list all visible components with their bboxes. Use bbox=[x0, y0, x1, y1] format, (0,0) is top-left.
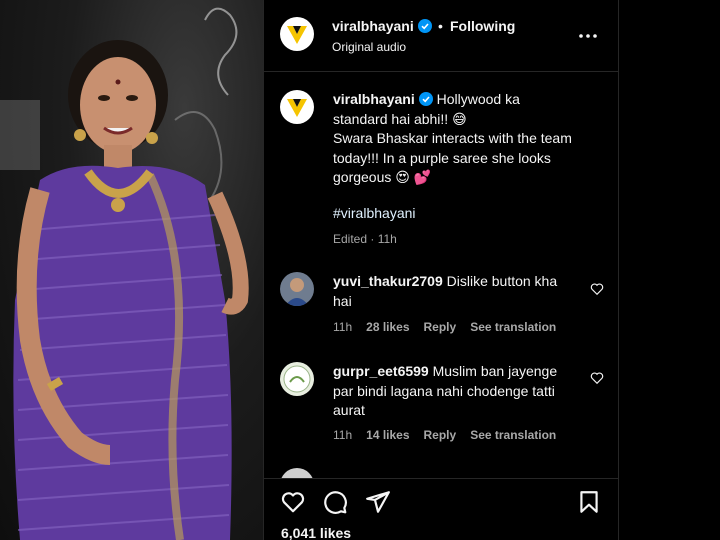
comment-like-heart-icon[interactable] bbox=[590, 371, 604, 385]
comment-time: 11h bbox=[333, 428, 353, 442]
post-header: viralbhayani • Following Original audio bbox=[264, 0, 619, 72]
caption-avatar[interactable] bbox=[280, 90, 314, 124]
hashtag-link[interactable]: #viralbhayani bbox=[333, 205, 416, 221]
author-username-text[interactable]: viralbhayani bbox=[332, 18, 414, 34]
verified-badge-icon bbox=[417, 19, 432, 33]
comment-meta: 11h 14 likes Reply See translation bbox=[333, 428, 556, 442]
post-photo[interactable] bbox=[0, 0, 263, 540]
commenter-username[interactable]: yuvi_thakur2709 bbox=[333, 273, 443, 289]
likes-count[interactable]: 6,041 likes bbox=[281, 525, 351, 540]
post-details-panel: viralbhayani • Following Original audio … bbox=[263, 0, 619, 540]
commenter-avatar-image bbox=[280, 272, 314, 306]
reply-button[interactable]: Reply bbox=[424, 428, 457, 442]
comment-likes[interactable]: 14 likes bbox=[366, 428, 409, 442]
audio-label[interactable]: Original audio bbox=[332, 40, 406, 54]
viralbhayani-logo-icon bbox=[287, 99, 307, 117]
comment-meta: 11h 28 likes Reply See translation bbox=[333, 320, 556, 334]
caption-line: today!!! In a purple saree she looks bbox=[333, 149, 551, 166]
author-username[interactable]: viralbhayani bbox=[332, 18, 432, 34]
share-icon[interactable] bbox=[365, 489, 391, 515]
modal-backdrop-gutter bbox=[618, 0, 720, 540]
see-translation-link[interactable]: See translation bbox=[470, 428, 556, 442]
comment-likes[interactable]: 28 likes bbox=[366, 320, 409, 334]
verified-badge-icon bbox=[418, 92, 433, 106]
bookmark-icon[interactable] bbox=[576, 489, 602, 515]
comment-body: yuvi_thakur2709 Dislike button kha hai bbox=[333, 272, 573, 311]
post-caption: viralbhayani Hollywood ka standard hai a… bbox=[333, 90, 603, 188]
edited-timestamp: Edited · 11h bbox=[333, 232, 397, 246]
caption-line: Hollywood ka bbox=[436, 91, 520, 107]
caption-line: gorgeous 😍 💕 bbox=[333, 169, 432, 185]
caption-line: Swara Bhaskar interacts with the team bbox=[333, 130, 572, 146]
comment-like-heart-icon[interactable] bbox=[590, 282, 604, 296]
comment-time: 11h bbox=[333, 320, 353, 334]
comment-body: gurpr_eet6599 Muslim ban jayenge par bin… bbox=[333, 362, 573, 421]
post-image-illustration bbox=[0, 7, 249, 540]
see-translation-link[interactable]: See translation bbox=[470, 320, 556, 334]
post-actions-bar: 6,041 likes bbox=[264, 478, 619, 540]
next-comment-avatar-partial bbox=[280, 468, 314, 478]
commenter-avatar[interactable] bbox=[280, 272, 314, 306]
commenter-avatar-image bbox=[280, 362, 314, 396]
caption-username[interactable]: viralbhayani bbox=[333, 91, 415, 107]
reply-button[interactable]: Reply bbox=[424, 320, 457, 334]
separator-dot: • bbox=[438, 18, 443, 34]
commenter-avatar[interactable] bbox=[280, 362, 314, 396]
viralbhayani-logo-icon bbox=[287, 26, 307, 44]
following-button[interactable]: Following bbox=[450, 18, 515, 34]
commenter-username[interactable]: gurpr_eet6599 bbox=[333, 363, 429, 379]
more-options-icon[interactable] bbox=[576, 24, 600, 48]
heart-icon[interactable] bbox=[280, 489, 306, 515]
author-avatar[interactable] bbox=[280, 17, 314, 51]
comment-icon[interactable] bbox=[322, 489, 348, 515]
caption-line: standard hai abhi!! 😅 bbox=[333, 110, 467, 127]
